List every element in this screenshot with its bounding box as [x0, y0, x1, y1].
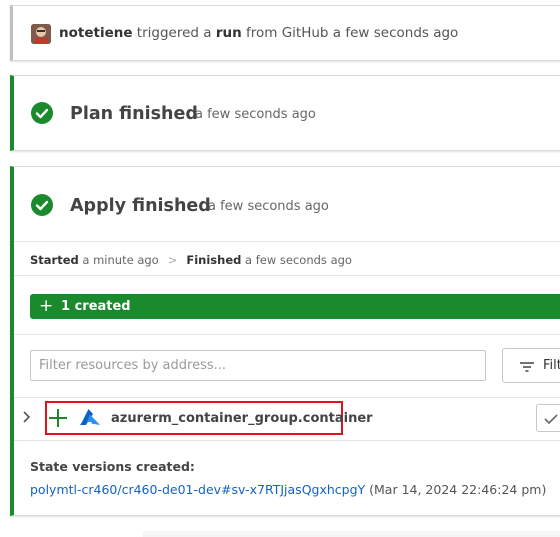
divider — [14, 241, 560, 242]
filter-resources-input[interactable] — [30, 350, 486, 381]
check-icon — [544, 414, 558, 425]
plan-time: a few seconds ago — [195, 107, 316, 122]
resource-action-button[interactable] — [536, 404, 560, 432]
next-card-edge — [143, 531, 560, 537]
state-version-link[interactable]: polymtl-cr460/cr460-de01-dev#sv-x7RTJjas… — [30, 482, 365, 497]
resource-row[interactable]: azurerm_container_group.container — [14, 397, 560, 441]
filter-icon — [520, 362, 534, 372]
chevron-right-icon[interactable] — [22, 410, 32, 424]
plan-title: Plan finished — [70, 104, 198, 124]
trigger-message: notetiene triggered a run from GitHub a … — [59, 25, 459, 41]
plus-icon — [49, 409, 67, 427]
check-circle-icon — [31, 102, 53, 124]
plus-icon: + — [39, 296, 54, 316]
user-avatar[interactable] — [31, 24, 51, 44]
apply-time: a few seconds ago — [208, 199, 329, 214]
apply-timeline: Started a minute ago > Finished a few seco… — [30, 253, 352, 267]
resource-address: azurerm_container_group.container — [111, 411, 373, 426]
divider — [14, 334, 560, 335]
state-version-entry: polymtl-cr460/cr460-de01-dev#sv-x7RTJjas… — [30, 482, 546, 497]
apply-title: Apply finished — [70, 196, 211, 216]
divider — [14, 275, 560, 276]
filter-button[interactable]: Filt — [502, 348, 560, 383]
created-count: 1 created — [61, 299, 131, 314]
state-versions-label: State versions created: — [30, 459, 195, 474]
apply-card: Apply finished a few seconds ago Started… — [10, 166, 560, 516]
plan-card[interactable]: Plan finished a few seconds ago — [10, 75, 560, 151]
run-trigger-card: notetiene triggered a run from GitHub a … — [10, 5, 560, 61]
chevron-right-icon: > — [167, 253, 178, 267]
trigger-user[interactable]: notetiene — [59, 25, 133, 41]
azure-icon — [80, 409, 100, 425]
check-circle-icon — [31, 194, 53, 216]
trigger-run: run — [215, 25, 242, 41]
state-version-timestamp: (Mar 14, 2024 22:46:24 pm) — [365, 482, 547, 497]
created-summary-bar[interactable]: + 1 created — [30, 294, 560, 319]
